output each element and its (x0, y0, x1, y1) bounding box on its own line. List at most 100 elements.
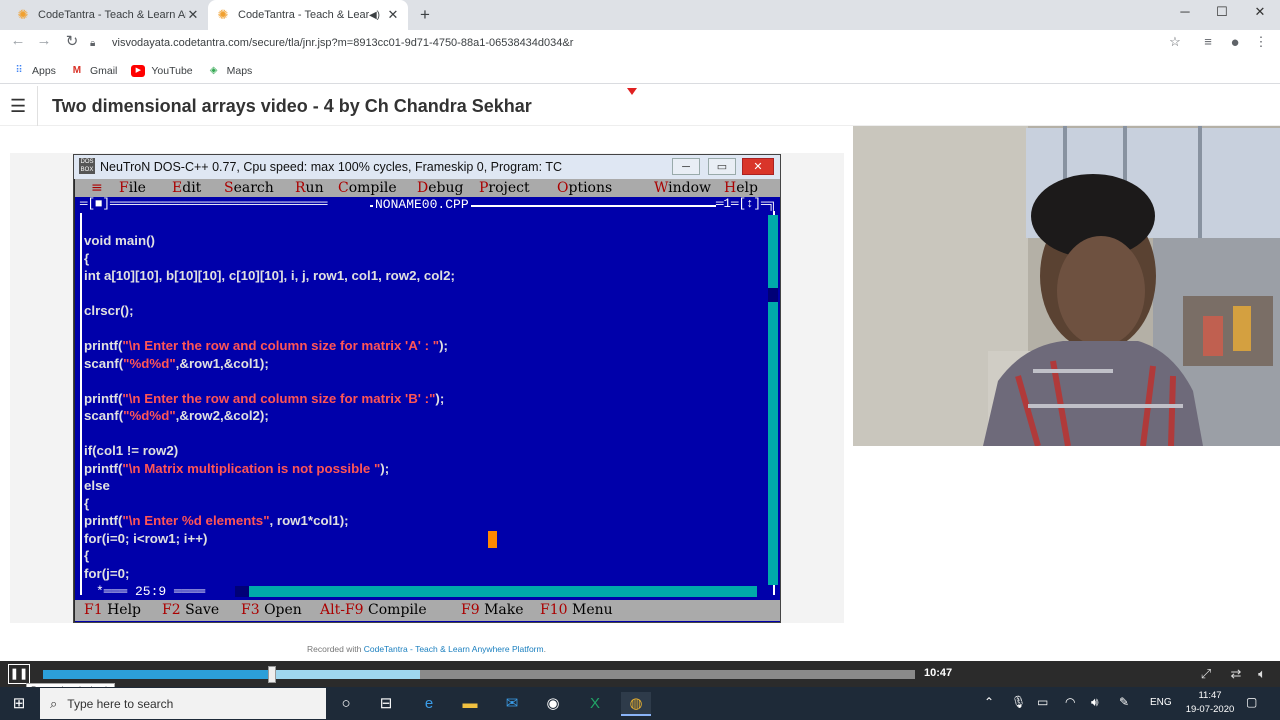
tab-close-icon[interactable]: ✕ (386, 7, 400, 23)
code-line: printf("\n Matrix multiplication is not … (84, 460, 390, 476)
profile-avatar-icon[interactable]: ● (1226, 34, 1244, 51)
editor-vertical-scrollbar (768, 215, 778, 585)
menu-file: File (119, 180, 146, 196)
menu-help: Help (724, 180, 758, 196)
url-text: visvodayata.codetantra.com/secure/tla/jn… (112, 37, 574, 49)
forward-arrow-icon[interactable]: → (34, 32, 54, 49)
microphone-icon[interactable]: 🎙︎ (1011, 695, 1026, 709)
code-line: { (84, 548, 90, 563)
maps-icon: ◈ (209, 64, 218, 76)
taskbar-clock[interactable]: 11:47 19-07-2020 (1180, 689, 1240, 717)
menu-options: Options (557, 180, 613, 196)
bookmark-star-icon[interactable]: ☆ (1166, 34, 1184, 50)
bookmark-label: Apps (32, 64, 56, 77)
video-time: 10:47 (924, 667, 953, 679)
media-control-icon[interactable]: ≡ (1199, 34, 1217, 49)
dosbox-maximize-button: ▭ (708, 158, 736, 175)
code-line: for(i=0; i<row1; i++) (84, 530, 208, 546)
browser-tab-1[interactable]: ✺ CodeTantra - Teach & Learn Anyw ✕ (8, 0, 208, 30)
editor-top-right: ═1═[↕]═╗ (716, 197, 777, 211)
menu-debug: Debug (417, 180, 464, 196)
menu-search: Search (224, 180, 274, 196)
mail-icon[interactable]: ✉ (497, 692, 527, 716)
editor-filename: NONAME00.CPP (373, 197, 471, 212)
codetantra-favicon-icon: ✺ (17, 7, 29, 22)
fullscreen-icon[interactable]: ⤢ (1196, 666, 1216, 682)
bookmark-apps[interactable]: ⠿ Apps (12, 65, 56, 77)
turbo-c-menu-bar: ≡ File Edit Search Run Compile Debug Pro… (75, 179, 780, 197)
header-divider (37, 86, 38, 126)
browser-tab-2[interactable]: ✺ CodeTantra - Teach & Learn ◀) ✕ (208, 0, 408, 30)
seek-handle[interactable] (268, 666, 277, 683)
fkey-compile: Alt-F9 Compile (320, 602, 427, 618)
code-line: printf("\n Enter the row and column size… (84, 338, 448, 353)
youtube-icon: ▶ (131, 64, 146, 77)
battery-icon[interactable]: ▭ (1037, 695, 1048, 709)
dosbox-app-icon: DOS BOX (79, 158, 95, 174)
reload-icon[interactable]: ↻ (62, 32, 82, 50)
address-bar[interactable]: 🔒︎ visvodayata.codetantra.com/secure/tla… (90, 33, 1190, 53)
tab-close-icon[interactable]: ✕ (186, 7, 200, 23)
cortana-icon[interactable]: ○ (331, 692, 361, 716)
fkey-open: F3 Open (241, 602, 302, 618)
screen: ✺ CodeTantra - Teach & Learn Anyw ✕ ✺ Co… (0, 0, 1280, 720)
bookmark-maps[interactable]: ◈ Maps (207, 65, 253, 77)
more-menu-icon[interactable]: ⋮ (1252, 34, 1270, 50)
bookmarks-bar: ⠿ Apps M Gmail ▶ YouTube ◈ Maps (0, 58, 1280, 84)
windows-start-icon[interactable]: ⊞ (8, 694, 30, 714)
bookmark-youtube[interactable]: ▶ YouTube (131, 64, 193, 77)
volume-icon[interactable]: 🔈︎ (1252, 666, 1272, 682)
code-line: scanf("%d%d",&row1,&col1); (84, 355, 269, 371)
cursor-position: *═══ 25:9 ════ (96, 584, 206, 599)
editor-vertical-thumb (768, 288, 778, 302)
speaker-icon[interactable]: 🔊︎ (1091, 695, 1099, 710)
wifi-icon[interactable]: ◠ (1065, 695, 1075, 709)
code-line: clrscr(); (84, 303, 134, 318)
text-cursor (488, 531, 497, 548)
language-indicator[interactable]: ENG (1150, 697, 1172, 708)
taskbar-search[interactable]: ⌕ Type here to search (40, 688, 326, 719)
bookmark-gmail[interactable]: M Gmail (70, 64, 118, 77)
menu-run: Run (295, 180, 324, 196)
fkey-make: F9 Make (461, 602, 524, 618)
taskbar-search-placeholder: Type here to search (67, 696, 174, 711)
bookmark-label: Maps (226, 64, 253, 77)
menu-compile: Compile (338, 180, 397, 196)
code-line: scanf("%d%d",&row2,&col2); (84, 408, 269, 423)
codetantra-link[interactable]: CodeTantra - Teach & Learn Anywhere Plat… (364, 644, 544, 654)
pen-icon[interactable]: ✎ (1119, 695, 1129, 709)
file-explorer-icon[interactable]: ▬ (455, 692, 485, 716)
page-title: Two dimensional arrays video - 4 by Ch C… (52, 96, 532, 116)
codetantra-favicon-icon: ✺ (217, 7, 229, 22)
code-line: { (84, 250, 90, 266)
tab-title: CodeTantra - Teach & Learn (238, 9, 369, 21)
code-line: else (84, 478, 110, 493)
tray-expand-icon[interactable]: ⌃ (984, 695, 994, 709)
notifications-icon[interactable]: ▢ (1246, 695, 1257, 709)
chrome-icon[interactable]: ◍ (621, 692, 651, 716)
function-key-bar: F1 Help F2 Save F3 Open Alt-F9 Compile F… (75, 600, 780, 621)
hamburger-menu-icon[interactable]: ☰ (10, 96, 26, 117)
close-window-button[interactable]: ✕ (1245, 4, 1275, 20)
tab-audio-icon[interactable]: ◀) (369, 10, 380, 21)
excel-icon[interactable]: X (580, 692, 610, 716)
menu-window: Window (654, 180, 712, 196)
maximize-button[interactable]: ☐ (1207, 4, 1237, 20)
menu-project: Project (479, 180, 530, 196)
pause-button[interactable]: ❚❚ (8, 664, 30, 684)
recorded-with-note: Recorded with CodeTantra - Teach & Learn… (307, 644, 546, 654)
playback-settings-icon[interactable]: ⇄ (1226, 666, 1246, 682)
app-icon[interactable]: ◉ (538, 692, 568, 716)
dosbox-title: NeuTroN DOS-C++ 0.77, Cpu speed: max 100… (100, 160, 562, 174)
back-arrow-icon[interactable]: ← (8, 32, 28, 49)
webcam-video (853, 126, 1280, 446)
red-marker-icon (627, 88, 637, 95)
clock-time: 11:47 (1198, 690, 1222, 701)
system-menu-icon: ≡ (91, 180, 103, 196)
dosbox-close-button: ✕ (742, 158, 774, 175)
new-tab-button[interactable]: + (415, 5, 435, 25)
edge-icon[interactable]: e (414, 692, 444, 716)
gmail-icon: M (72, 64, 82, 76)
minimize-button[interactable]: ─ (1170, 4, 1200, 19)
task-view-icon[interactable]: ⊟ (371, 692, 401, 716)
